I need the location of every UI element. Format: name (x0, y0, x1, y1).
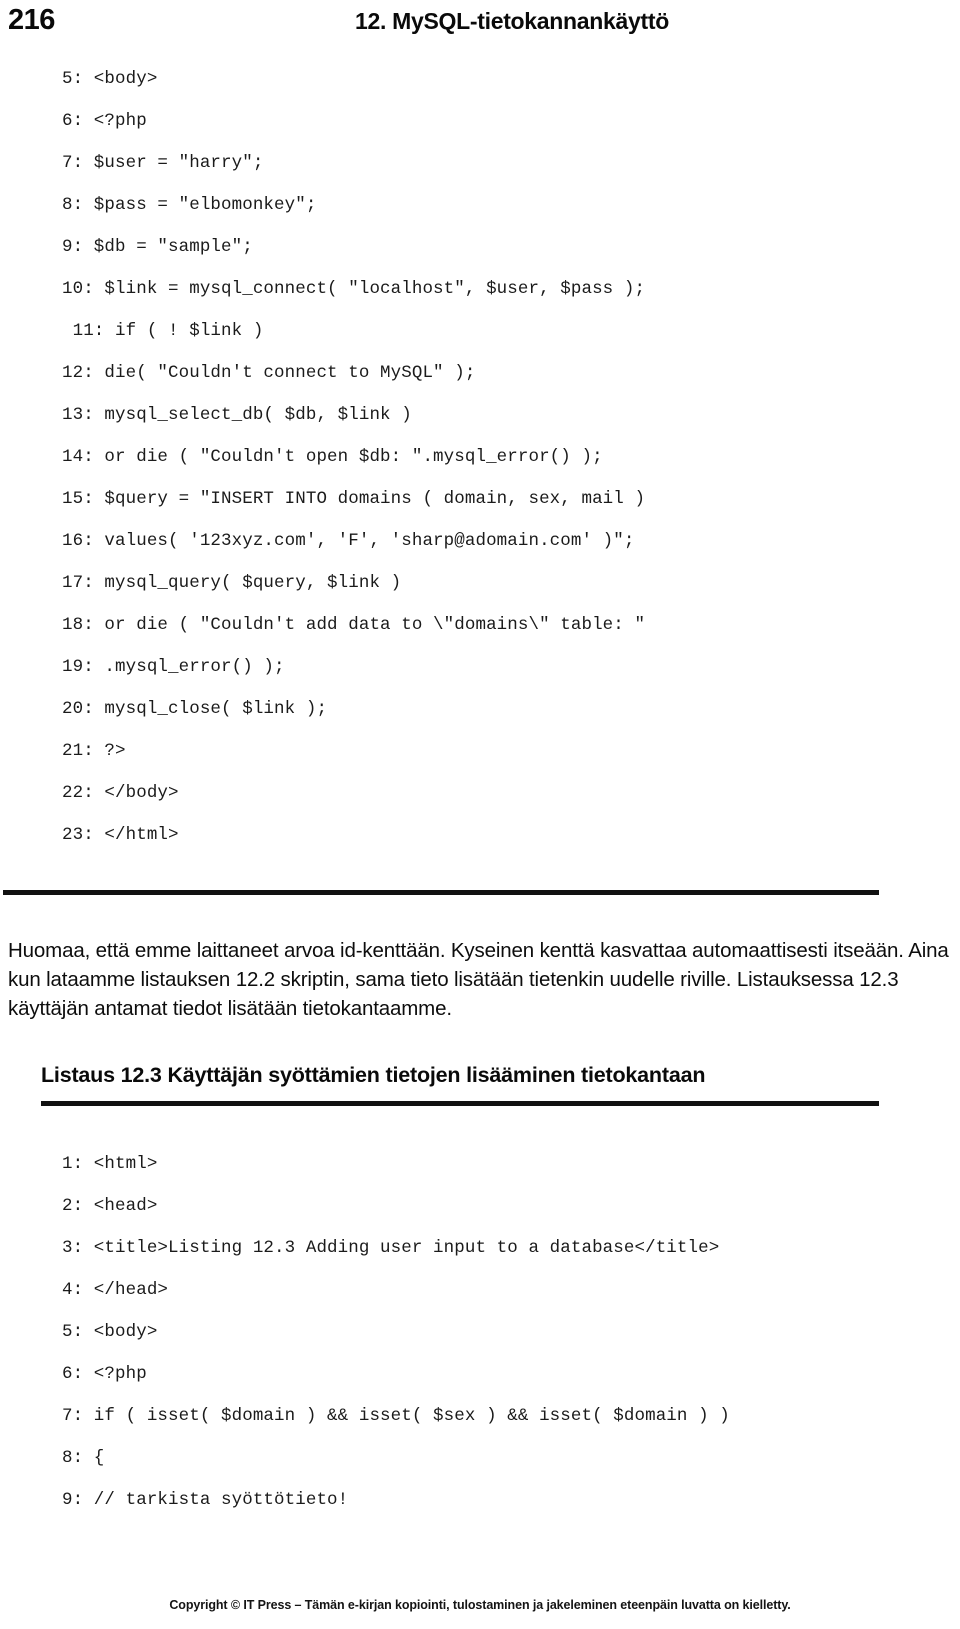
listing-heading: Listaus 12.3 Käyttäjän syöttämien tietoj… (41, 1063, 706, 1087)
code-line: 14: or die ( "Couldn't open $db: ".mysql… (62, 447, 603, 467)
chapter-title: 12. MySQL-tietokannankäyttö (355, 8, 669, 34)
code-line: 13: mysql_select_db( $db, $link ) (62, 405, 412, 425)
code-listing-12-3: 1: <html> 2: <head> 3: <title>Listing 12… (62, 1143, 922, 1521)
code-listing-12-2: 5: <body> 6: <?php 7: $user = "harry"; 8… (62, 58, 922, 856)
code-line: 6: <?php (62, 111, 147, 131)
code-line: 11: if ( ! $link ) (62, 321, 264, 341)
code-line: 22: </body> (62, 783, 179, 803)
document-page: 216 12. MySQL-tietokannankäyttö 5: <body… (0, 0, 960, 1629)
running-head: 216 12. MySQL-tietokannankäyttö (0, 2, 960, 44)
code-line: 9: $db = "sample"; (62, 237, 253, 257)
code-line: 18: or die ( "Couldn't add data to \"dom… (62, 615, 646, 635)
code-line: 5: <body> (62, 69, 158, 89)
code-line: 20: mysql_close( $link ); (62, 699, 328, 719)
code-line: 3: <title>Listing 12.3 Adding user input… (62, 1238, 720, 1258)
code-line: 23: </html> (62, 825, 179, 845)
code-line: 6: <?php (62, 1364, 147, 1384)
code-line: 21: ?> (62, 741, 126, 761)
horizontal-rule (3, 890, 879, 895)
code-line: 7: $user = "harry"; (62, 153, 264, 173)
code-line: 7: if ( isset( $domain ) && isset( $sex … (62, 1406, 730, 1426)
code-line: 2: <head> (62, 1196, 158, 1216)
code-line: 8: $pass = "elbomonkey"; (62, 195, 317, 215)
code-line: 17: mysql_query( $query, $link ) (62, 573, 402, 593)
code-line: 15: $query = "INSERT INTO domains ( doma… (62, 489, 646, 509)
code-line: 10: $link = mysql_connect( "localhost", … (62, 279, 646, 299)
code-line: 9: // tarkista syöttötieto! (62, 1490, 349, 1510)
code-line: 4: </head> (62, 1280, 169, 1300)
code-line: 5: <body> (62, 1322, 158, 1342)
code-line: 12: die( "Couldn't connect to MySQL" ); (62, 363, 476, 383)
code-line: 1: <html> (62, 1154, 158, 1174)
code-line: 16: values( '123xyz.com', 'F', 'sharp@ad… (62, 531, 635, 551)
code-line: 8: { (62, 1448, 105, 1468)
heading-underline-rule (41, 1101, 879, 1106)
body-paragraph: Huomaa, että emme laittaneet arvoa id-ke… (8, 939, 949, 1020)
copyright-footer: Copyright © IT Press – Tämän e-kirjan ko… (169, 1598, 791, 1612)
code-line: 19: .mysql_error() ); (62, 657, 285, 677)
page-number: 216 (8, 4, 55, 36)
